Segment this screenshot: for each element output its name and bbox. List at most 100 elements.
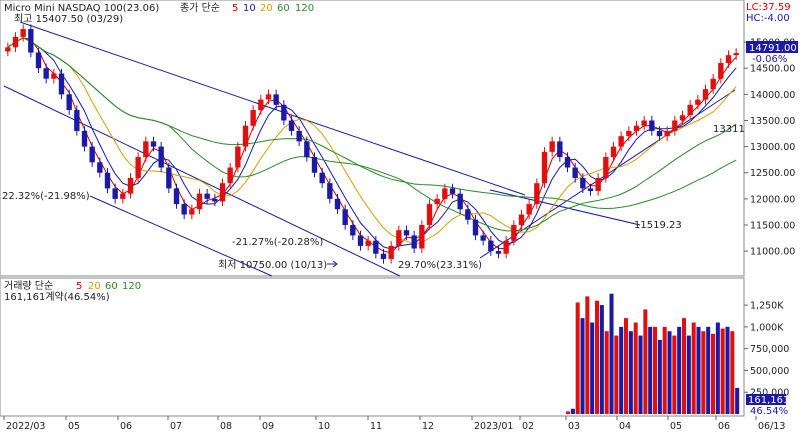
volume-bar (701, 331, 706, 414)
vol-legend-20: 20 (88, 281, 101, 292)
candle-body (495, 251, 502, 254)
candle-body (580, 177, 586, 189)
time-tick-label: 03 (568, 421, 580, 432)
volume-bar (648, 326, 653, 414)
candle-body (219, 183, 226, 202)
candle-body (595, 177, 601, 192)
chart-canvas: 15000.0014500.0014000.0013500.0013000.00… (0, 0, 800, 434)
candle-body (549, 141, 555, 152)
candle-body (442, 188, 448, 199)
candle-body (334, 198, 341, 210)
ma-legend-20: 20 (260, 3, 273, 14)
candle-body (396, 230, 402, 246)
candle-body (488, 240, 494, 252)
candle-body (465, 209, 471, 220)
candle-body (534, 183, 540, 205)
volume-bar (575, 302, 580, 414)
candle-body (518, 214, 525, 225)
candle-body (74, 110, 80, 131)
last-volume: 161,161 (748, 395, 789, 406)
candle-body (189, 209, 195, 215)
candle-body (557, 141, 563, 158)
annotation-high: 최고 15407.50 (03/29) (14, 13, 123, 25)
lc-value: LC:37.59 (746, 2, 791, 13)
candle-body (173, 188, 180, 205)
candle-body (603, 157, 609, 178)
candle-body (81, 130, 88, 147)
time-tick-label: 2023/01 (474, 421, 513, 432)
candle-body (702, 89, 709, 100)
candle-body (281, 104, 287, 121)
time-tick-label: 11 (370, 421, 382, 432)
annotation-trend1: 11519.23 (634, 220, 682, 231)
candle-body (35, 52, 42, 69)
candle-body (403, 230, 410, 236)
candle-body (572, 167, 578, 178)
candle-body (503, 240, 509, 254)
candle-body (212, 198, 218, 202)
volume-bar (566, 411, 571, 414)
candle-body (273, 94, 279, 105)
candle-body (166, 167, 172, 189)
annotation-trend2: 13311 (713, 124, 745, 135)
candle-body (434, 198, 440, 205)
volume-bar (672, 335, 677, 414)
volume-bar (735, 387, 740, 414)
price-axis: 15000.0014500.0014000.0013500.0013000.00… (744, 38, 795, 258)
volume-bar (595, 300, 600, 414)
time-tick-label: 2022/03 (6, 421, 45, 432)
candle-body (365, 240, 371, 246)
volume-tick-label: 500,000 (750, 366, 789, 377)
candle-body (66, 94, 72, 111)
candle-body (725, 55, 732, 64)
candle-body (327, 183, 333, 199)
candle-body (449, 188, 456, 194)
ma-legend-120: 120 (295, 3, 314, 14)
volume-tick-label: 750,000 (750, 344, 789, 355)
candle-body (204, 193, 210, 199)
annotation-drop2: -21.27%(-20.28%) (232, 237, 323, 248)
time-tick-label: 08 (220, 421, 232, 432)
volume-bar (725, 326, 730, 414)
ma-legend-10: 10 (243, 3, 256, 14)
time-tick-label: 04 (619, 421, 631, 432)
candle-body (112, 188, 118, 199)
volume-bar (682, 318, 687, 414)
candle-body (143, 141, 149, 158)
candle-body (120, 193, 126, 199)
price-tick-label: 13000.00 (750, 142, 795, 153)
price-tick-label: 14000.00 (750, 90, 795, 101)
price-tick-label: 13500.00 (750, 116, 795, 127)
ma-legend-60: 60 (277, 3, 290, 14)
candle-body (564, 157, 571, 168)
candle-body (633, 125, 640, 131)
candle-body (618, 136, 624, 147)
candle-body (288, 120, 295, 131)
volume-bar (570, 408, 575, 414)
volume-bar (604, 331, 609, 414)
annotation-low: 최저 10750.00 (10/13) (218, 259, 327, 271)
volume-bar (696, 326, 701, 414)
vol-legend-60: 60 (105, 281, 118, 292)
candle-body (687, 104, 693, 116)
price-tick-label: 12500.00 (750, 168, 795, 179)
time-tick-label: 07 (170, 421, 182, 432)
candle-body (695, 99, 701, 105)
candle-body (733, 53, 739, 56)
volume-bar (624, 318, 629, 414)
volume-bar (614, 335, 619, 414)
volume-bar (662, 326, 667, 414)
candle-body (511, 224, 517, 241)
time-tick-label: 05 (68, 421, 80, 432)
volume-bar (609, 293, 614, 414)
candle-body (242, 125, 249, 147)
candle-body (373, 240, 379, 254)
last-volume-pct: 46.54% (750, 406, 788, 417)
candle-body (411, 235, 417, 249)
volume-bar (715, 322, 720, 414)
candle-body (426, 204, 433, 225)
candle-body (664, 130, 670, 137)
candle-body (342, 209, 348, 225)
vol-legend-120: 120 (122, 281, 141, 292)
candle-body (641, 120, 647, 126)
